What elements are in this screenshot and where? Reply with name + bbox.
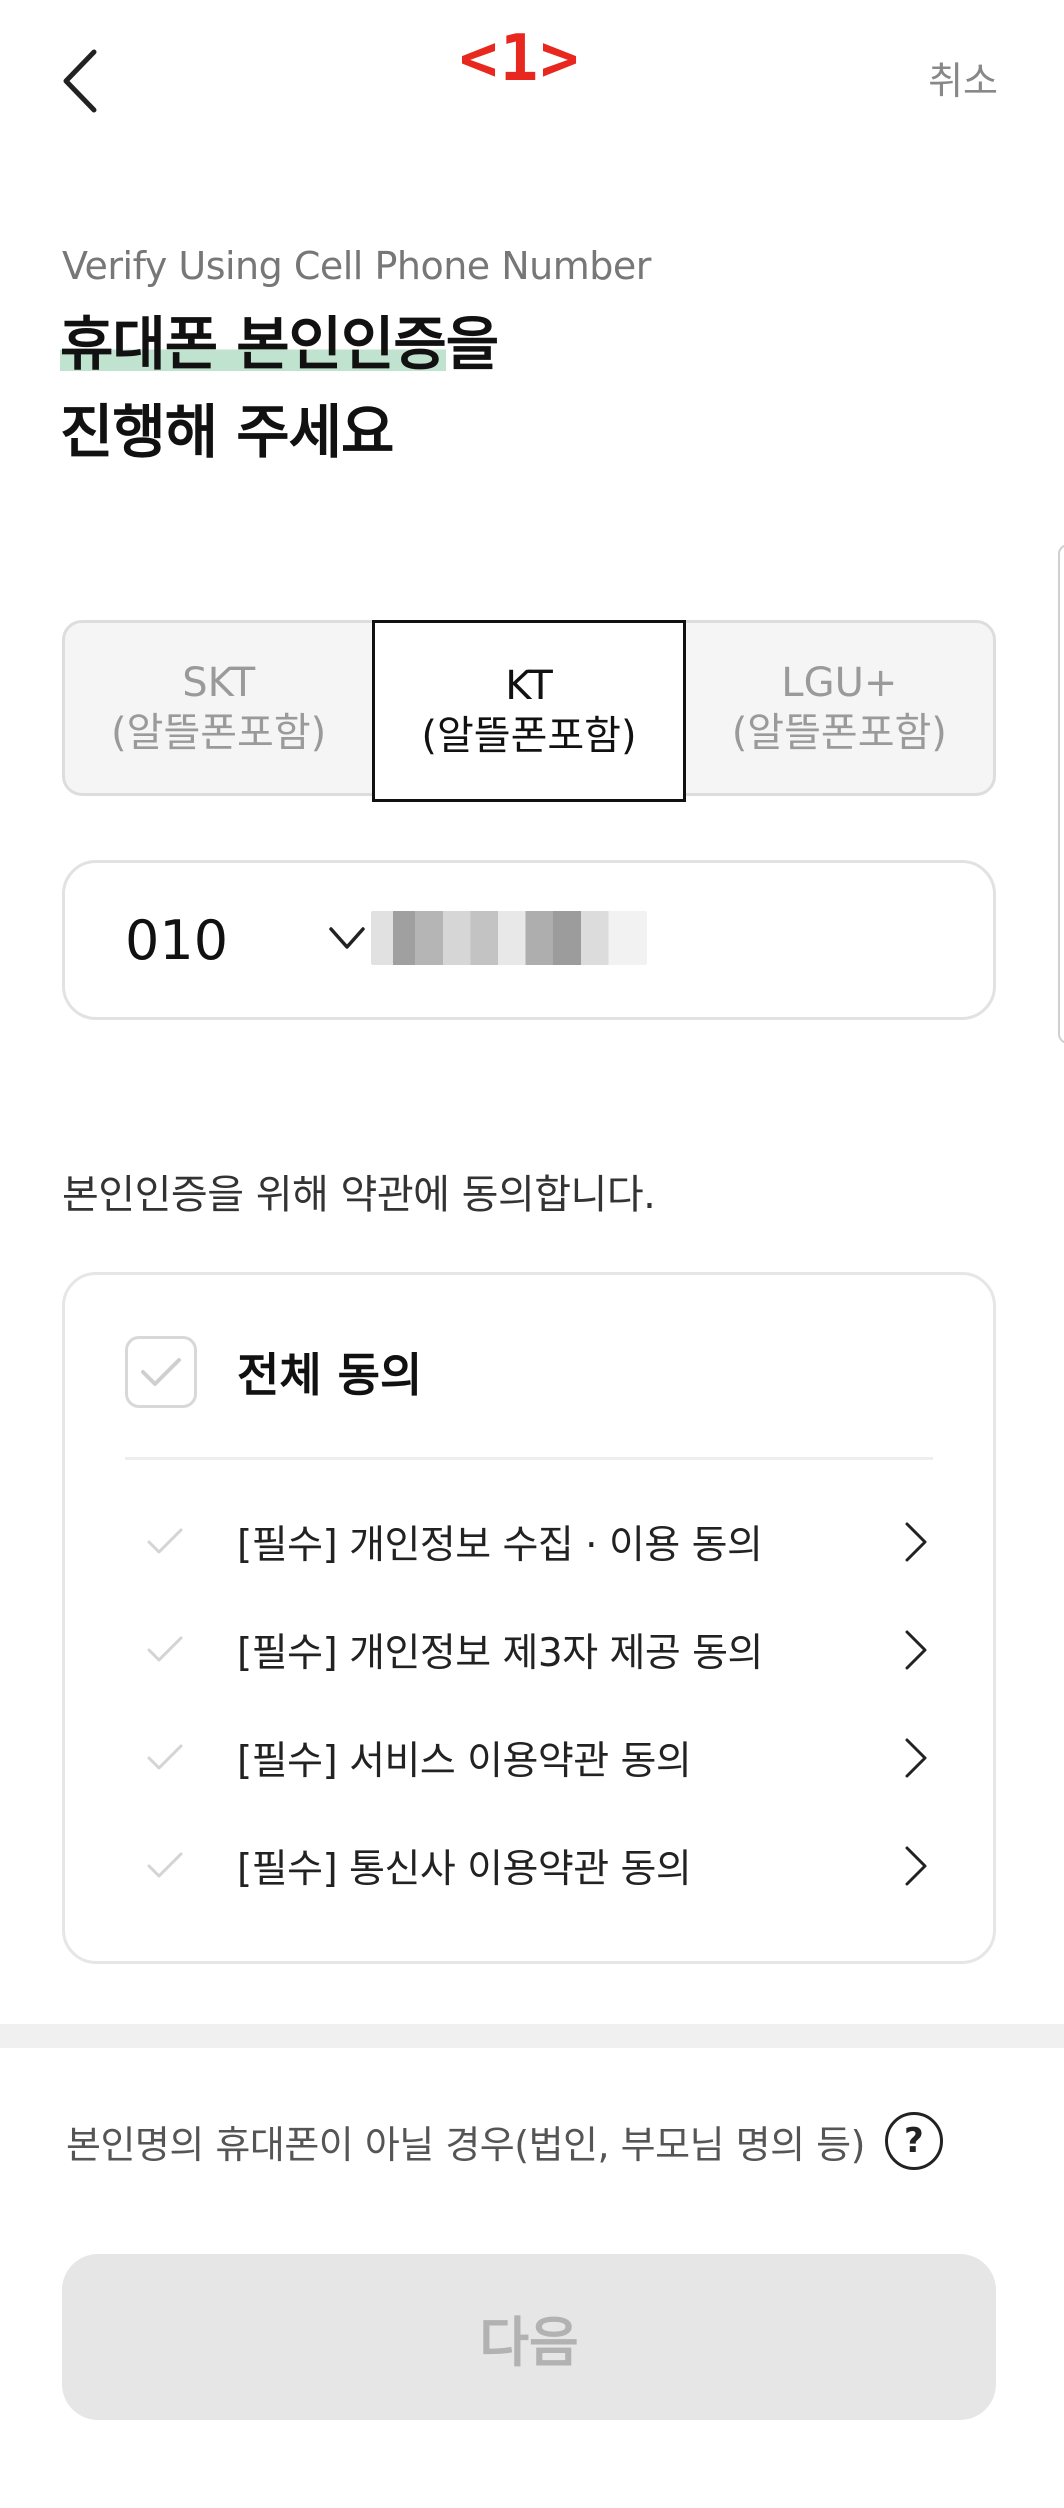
carrier-sub: (알뜰폰포함)	[731, 710, 947, 756]
terms-box: 전체 동의 [필수] 개인정보 수집 · 이용 동의 [필수] 개인정보 제3자…	[62, 1272, 996, 1964]
check-icon	[147, 1528, 183, 1554]
phone-number-field: 010	[62, 860, 996, 1020]
next-button[interactable]: 다음	[62, 2254, 996, 2420]
term-label: [필수] 개인정보 제3자 제공 동의	[237, 1631, 763, 1676]
term-label: [필수] 통신사 이용약관 동의	[237, 1847, 692, 1892]
term-item-service-terms[interactable]: [필수] 서비스 이용약관 동의	[135, 1723, 933, 1793]
term-item-carrier-terms[interactable]: [필수] 통신사 이용약관 동의	[135, 1831, 933, 1901]
step-marker: <1>	[459, 22, 581, 96]
chevron-left-icon	[63, 49, 97, 113]
chevron-right-icon	[905, 1738, 927, 1778]
title-line2: 진행해 주세요	[60, 398, 394, 466]
check-icon	[147, 1636, 183, 1662]
side-scroll-edge	[1058, 544, 1064, 1044]
chevron-down-icon[interactable]	[327, 923, 367, 953]
back-button[interactable]	[50, 36, 110, 126]
carrier-name: LGU+	[781, 660, 898, 706]
agree-all-checkbox[interactable]: 전체 동의	[125, 1335, 422, 1409]
page-subtitle: Verify Using Cell Phone Number	[62, 244, 651, 288]
agree-all-label: 전체 동의	[237, 1348, 423, 1402]
term-label: [필수] 서비스 이용약관 동의	[237, 1739, 692, 1784]
carrier-name: KT	[505, 663, 553, 709]
carrier-name: SKT	[182, 660, 256, 706]
divider	[125, 1457, 933, 1460]
carrier-option-kt[interactable]: KT (알뜰폰포함)	[372, 620, 686, 802]
help-icon[interactable]: ?	[884, 2112, 943, 2170]
cancel-button[interactable]: 취소	[928, 50, 998, 105]
title-highlight: 휴대폰 본인인증	[60, 310, 447, 378]
carrier-option-skt[interactable]: SKT (알뜰폰포함)	[65, 623, 372, 793]
section-divider-band	[0, 2024, 1064, 2048]
chevron-right-icon	[905, 1630, 927, 1670]
other-owner-label: 본인명의 휴대폰이 아닐 경우(법인, 부모님 명의 등)	[66, 2122, 865, 2167]
verify-phone-screen: <1> 취소 Verify Using Cell Phone Number 휴대…	[0, 0, 1064, 2508]
chevron-right-icon	[905, 1846, 927, 1886]
phone-number-input-redacted[interactable]	[371, 911, 647, 965]
check-icon	[141, 1358, 181, 1386]
carrier-sub: (알뜰폰포함)	[421, 713, 637, 759]
check-icon	[147, 1852, 183, 1878]
title-line1-rest: 을	[445, 310, 499, 378]
page-title: 휴대폰 본인인증을 진행해 주세요	[60, 300, 499, 476]
term-item-third-party-sharing[interactable]: [필수] 개인정보 제3자 제공 동의	[135, 1615, 933, 1685]
carrier-selector: SKT (알뜰폰포함) KT (알뜰폰포함) LGU+ (알뜰폰포함)	[62, 620, 996, 802]
check-icon	[147, 1744, 183, 1770]
terms-caption: 본인인증을 위해 약관에 동의합니다.	[62, 1172, 656, 1218]
phone-prefix-select[interactable]: 010	[125, 909, 228, 972]
other-owner-link[interactable]: 본인명의 휴대폰이 아닐 경우(법인, 부모님 명의 등) ?	[66, 2108, 943, 2174]
term-item-personal-info-collection[interactable]: [필수] 개인정보 수집 · 이용 동의	[135, 1507, 933, 1577]
chevron-right-icon	[905, 1522, 927, 1562]
carrier-option-lgu[interactable]: LGU+ (알뜰폰포함)	[686, 623, 993, 793]
term-label: [필수] 개인정보 수집 · 이용 동의	[237, 1523, 763, 1568]
checkbox	[125, 1336, 197, 1408]
carrier-sub: (알뜰폰포함)	[111, 710, 327, 756]
